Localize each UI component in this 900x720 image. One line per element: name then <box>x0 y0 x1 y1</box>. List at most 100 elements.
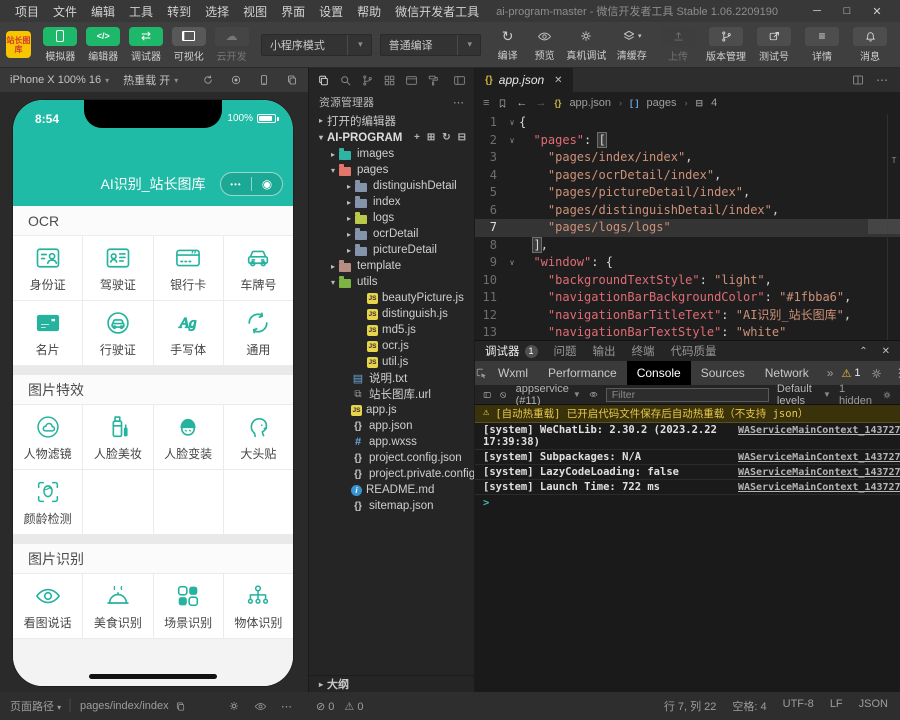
console-log-row[interactable]: [system] Launch Time: 722 ms WAServiceMa… <box>475 480 900 495</box>
tree-item[interactable]: ▸ logs <box>309 210 474 226</box>
fold-chevron-icon[interactable]: ∨ <box>505 132 519 150</box>
sim-more-icon[interactable]: ⋯ <box>281 700 292 713</box>
code-line[interactable]: 12 "navigationBarTitleText": "AI识别_站长图库"… <box>475 307 900 325</box>
explorer-action-icon[interactable]: ⊞ <box>427 132 435 143</box>
debugger-tab[interactable]: 问题 <box>554 343 577 359</box>
warning-count-badge[interactable]: ⚠1 <box>841 367 860 380</box>
fold-chevron-icon[interactable] <box>505 202 519 220</box>
inspect-element-icon[interactable] <box>475 367 488 380</box>
tree-item[interactable]: JS app.js <box>309 402 474 418</box>
tab-app-json[interactable]: {} app.json ✕ <box>475 68 573 92</box>
tree-item[interactable]: {} sitemap.json <box>309 498 474 514</box>
tree-item[interactable]: JS beautyPicture.js <box>309 290 474 306</box>
tree-item[interactable]: JS util.js <box>309 354 474 370</box>
close-button[interactable]: ✕ <box>862 5 892 18</box>
problems-indicator[interactable]: ⊘ 0 ⚠ 0 <box>308 700 363 713</box>
mini-app-card[interactable] <box>83 470 152 534</box>
status-item[interactable]: 行 7, 列 22 <box>664 698 717 714</box>
menu-item[interactable]: 选择 <box>205 3 229 20</box>
breadcrumb-file[interactable]: app.json <box>569 97 611 109</box>
log-source-link[interactable]: WAServiceMainContext_14372789&v=2.30.2:1 <box>738 424 900 448</box>
minimap[interactable]: T <box>887 114 900 340</box>
mini-app-card[interactable]: 大头贴 <box>224 405 293 469</box>
fold-chevron-icon[interactable] <box>505 219 519 237</box>
search-icon[interactable] <box>339 74 352 87</box>
mode-dropdown[interactable]: 小程序模式▾ <box>261 34 372 56</box>
fold-chevron-icon[interactable] <box>505 149 519 167</box>
console-filter-input[interactable] <box>606 388 769 402</box>
tree-item[interactable]: ⧉ 站长图库.url <box>309 386 474 402</box>
menu-item[interactable]: 帮助 <box>357 3 381 20</box>
tree-item[interactable]: JS md5.js <box>309 322 474 338</box>
mini-app-card[interactable] <box>224 470 293 534</box>
code-line[interactable]: 5 "pages/pictureDetail/index", <box>475 184 900 202</box>
outline-section[interactable]: ▸大纲 <box>309 675 474 692</box>
mini-app-card[interactable]: 银行卡 <box>154 236 223 300</box>
execution-context-dropdown[interactable]: appservice (#11)▼ <box>516 383 581 407</box>
test-account-button[interactable]: 测试号 <box>750 27 798 63</box>
console-log-row[interactable]: [system] WeChatLib: 2.30.2 (2023.2.22 17… <box>475 423 900 450</box>
toggle-panel-icon[interactable] <box>453 74 466 87</box>
debug-config-icon[interactable] <box>228 700 240 712</box>
mini-app-card[interactable]: 人脸美妆 <box>83 405 152 469</box>
fold-chevron-icon[interactable] <box>505 237 519 255</box>
copy-path-icon[interactable] <box>175 701 186 712</box>
tree-item[interactable]: {} project.private.config.json <box>309 466 474 482</box>
menu-item[interactable]: 设置 <box>319 3 343 20</box>
minimize-button[interactable]: ─ <box>802 5 832 18</box>
theme-brush-icon[interactable] <box>427 74 440 87</box>
console-sidebar-icon[interactable] <box>483 389 491 401</box>
devtools-tab[interactable]: Performance <box>538 361 627 385</box>
console-log-row[interactable]: [system] LazyCodeLoading: false WAServic… <box>475 465 900 480</box>
preview-window-icon[interactable] <box>405 74 418 87</box>
debugger-tab[interactable]: 代码质量 <box>671 343 717 359</box>
nav-back-icon[interactable]: ← <box>516 97 527 109</box>
source-control-icon[interactable] <box>361 74 374 87</box>
mini-app-card[interactable]: 看图说话 <box>13 574 82 638</box>
tree-item[interactable]: ▸ distinguishDetail <box>309 178 474 194</box>
compile-mode-dropdown[interactable]: 普通编译▾ <box>380 34 481 56</box>
devtools-menu-icon[interactable]: ⋮ <box>893 366 900 380</box>
tree-item[interactable]: # app.wxss <box>309 434 474 450</box>
clear-cache-button[interactable]: ▾ 清缓存 <box>610 28 654 62</box>
messages-button[interactable]: 消息 <box>846 27 894 63</box>
editor-button[interactable]: </> 编辑器 <box>83 27 124 63</box>
device-dropdown[interactable]: iPhone X 100% 16▾ <box>10 74 109 86</box>
mini-app-card[interactable]: 车牌号 <box>224 236 293 300</box>
fold-chevron-icon[interactable]: ∨ <box>505 254 519 272</box>
tree-item[interactable]: ▸ ocrDetail <box>309 226 474 242</box>
mini-app-card[interactable]: 场景识别 <box>154 574 223 638</box>
menu-item[interactable]: 工具 <box>129 3 153 20</box>
code-line[interactable]: 13 "navigationBarTextStyle": "white" <box>475 324 900 340</box>
code-line[interactable]: 3 "pages/index/index", <box>475 149 900 167</box>
tree-item[interactable]: ▸ template <box>309 258 474 274</box>
status-item[interactable]: JSON <box>859 698 888 714</box>
mini-app-card[interactable]: 人物滤镜 <box>13 405 82 469</box>
multi-window-icon[interactable] <box>286 74 298 86</box>
mini-app-card[interactable]: 人脸变装 <box>154 405 223 469</box>
tree-item[interactable]: JS ocr.js <box>309 338 474 354</box>
visualize-button[interactable]: 可视化 <box>168 27 209 63</box>
console-prompt[interactable]: > <box>475 495 900 511</box>
bookmark-icon[interactable] <box>497 98 508 109</box>
menu-item[interactable]: 编辑 <box>91 3 115 20</box>
menu-item[interactable]: 微信开发者工具 <box>395 3 479 20</box>
debugger-tab[interactable]: 调试器 1 <box>485 343 538 359</box>
fold-chevron-icon[interactable] <box>505 307 519 325</box>
menu-item[interactable]: 视图 <box>243 3 267 20</box>
mini-app-card[interactable]: 名片 <box>13 301 82 365</box>
hot-reload-dropdown[interactable]: 热重载 开▾ <box>123 72 178 88</box>
extensions-icon[interactable] <box>383 74 396 87</box>
device-frame-icon[interactable] <box>258 74 270 86</box>
mini-app-card[interactable] <box>154 470 223 534</box>
devtools-tab[interactable]: Sources <box>691 361 755 385</box>
devtools-tab[interactable]: Network <box>755 361 819 385</box>
code-line[interactable]: 9 ∨ "window": { <box>475 254 900 272</box>
eye-icon[interactable] <box>254 700 267 713</box>
devtools-tab[interactable]: Wxml <box>488 361 538 385</box>
console-log-row[interactable]: [system] Subpackages: N/A WAServiceMainC… <box>475 450 900 465</box>
mini-app-card[interactable]: 颜龄检测 <box>13 470 82 534</box>
console-warning-row[interactable]: ⚠ [自动热重载] 已开启代码文件保存后自动热重载（不支持 json） <box>475 405 900 423</box>
tree-item[interactable]: {} project.config.json <box>309 450 474 466</box>
project-root[interactable]: ▾AI-PROGRAM +⊞↻⊟ <box>309 129 474 146</box>
